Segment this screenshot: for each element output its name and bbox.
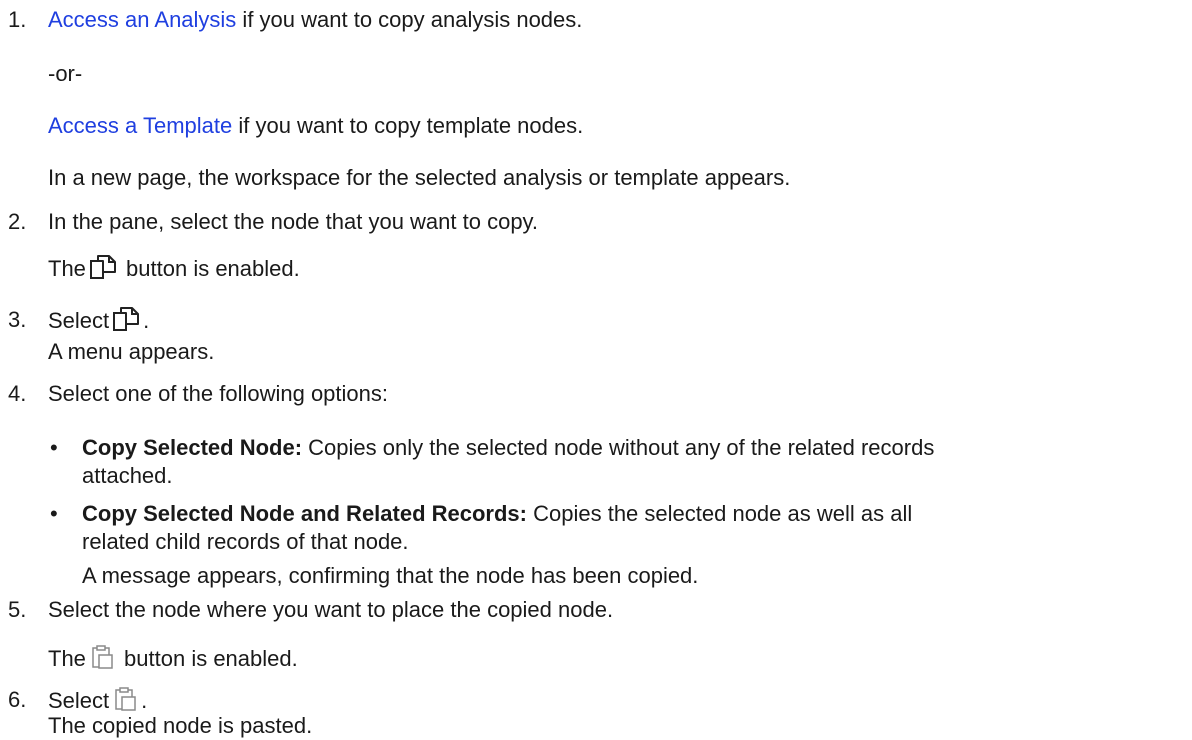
step-number: 5. [8,597,27,622]
step-6-result: The copied node is pasted. [48,713,313,738]
access-analysis-link[interactable]: Access an Analysis [48,7,236,32]
step-text: Select one of the following options: [48,381,389,406]
step-number: 6. [8,687,27,712]
paste-icon [112,686,138,712]
bullet: • [50,435,58,460]
option-desc: Copies only the selected node without an… [302,435,935,460]
step-text: if you want to copy analysis nodes. [236,7,583,32]
copy-icon [112,306,140,332]
punctuation: . [143,308,150,333]
result-text: The [48,256,86,281]
bullet: • [50,501,58,526]
option-desc-cont: related child records of that node. [82,529,409,554]
access-template-link[interactable]: Access a Template [48,113,232,138]
step-text: Select [48,688,110,713]
step-number: 1. [8,7,27,32]
step-text: if you want to copy template nodes. [232,113,584,138]
or-separator: -or- [48,61,83,86]
option-term: Copy Selected Node and Related Records: [82,501,527,526]
step-2-result: The button is enabled. [48,254,300,283]
step-number: 4. [8,381,27,406]
step-1-alt: Access a Template if you want to copy te… [48,112,583,140]
step-number: 3. [8,307,27,332]
option-desc: Copies the selected node as well as all [527,501,913,526]
step-4-result: A message appears, confirming that the n… [82,563,699,588]
result-text: button is enabled. [119,256,300,281]
step-text: Select [48,308,110,333]
procedure: 1. Access an Analysis if you want to cop… [0,0,1192,739]
result-text: The [48,646,86,671]
step-number: 2. [8,209,27,234]
step-5-result: The button is enabled. [48,644,298,673]
step-1-result: In a new page, the workspace for the sel… [48,165,791,190]
option-desc-cont: attached. [82,463,173,488]
step-text: Select the node where you want to place … [48,597,614,622]
copy-icon [89,254,117,280]
result-text: button is enabled. [117,646,298,671]
punctuation: . [141,688,148,713]
step-3-result: A menu appears. [48,339,215,364]
paste-icon [89,644,115,670]
step-text: In the pane, select the node that you wa… [48,209,539,234]
option-term: Copy Selected Node: [82,435,303,460]
